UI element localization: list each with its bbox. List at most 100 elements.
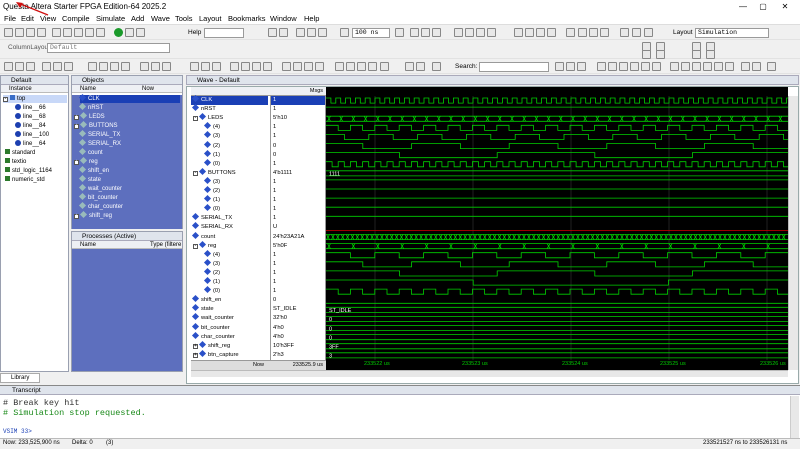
undo-icon[interactable] <box>85 28 94 37</box>
cursor-sync-icon[interactable] <box>725 62 734 71</box>
object-item[interactable]: + LEDS <box>74 111 105 121</box>
expand-toggle-icon[interactable]: - <box>193 243 198 249</box>
redo-icon[interactable] <box>96 28 105 37</box>
cursor-lock-icon[interactable] <box>692 62 701 71</box>
wave-float-icon[interactable] <box>357 62 366 71</box>
menu-tools[interactable]: Tools <box>175 14 193 23</box>
search-options-icon[interactable] <box>577 62 586 71</box>
prev-edge-icon[interactable] <box>416 62 425 71</box>
wave-signal-name[interactable]: + shift_reg <box>193 340 230 351</box>
profile-icon[interactable] <box>514 28 523 37</box>
wave-signal-name[interactable]: shift_en <box>191 295 221 305</box>
wave-logic-icon[interactable] <box>263 62 272 71</box>
object-item[interactable]: + reg <box>74 156 98 166</box>
break-icon[interactable] <box>432 28 441 37</box>
object-item[interactable]: wait_counter <box>78 183 122 193</box>
run-icon[interactable] <box>340 28 349 37</box>
instance-item[interactable]: textio <box>5 158 26 166</box>
wave-dec-icon[interactable] <box>304 62 313 71</box>
open-icon[interactable] <box>15 28 24 37</box>
ungroup-icon[interactable] <box>706 50 715 59</box>
edge-fall-icon[interactable] <box>212 62 221 71</box>
help-search-input[interactable] <box>204 28 244 38</box>
close-button[interactable]: ✕ <box>778 1 792 12</box>
wave-display[interactable]: 1111 ST_IDLE 0 0 0 3FF 3 <box>326 96 788 360</box>
wave-signal-name[interactable]: (0) <box>203 204 220 214</box>
edge-rise-icon[interactable] <box>201 62 210 71</box>
menu-simulate[interactable]: Simulate <box>96 14 125 23</box>
instance-item[interactable]: line__66 <box>15 104 46 112</box>
zoom-full-icon[interactable] <box>619 62 628 71</box>
stop-icon[interactable] <box>487 28 496 37</box>
measure-icon[interactable] <box>121 62 130 71</box>
object-item[interactable]: state <box>78 174 101 184</box>
insert-marker-icon[interactable] <box>140 62 149 71</box>
wave-color-icon[interactable] <box>380 62 389 71</box>
objects-filter-now[interactable]: Now <box>142 85 154 93</box>
minimize-button[interactable]: — <box>736 1 750 12</box>
pointer-icon[interactable] <box>88 62 97 71</box>
hierarchy-icon[interactable] <box>64 62 73 71</box>
simulate-icon[interactable] <box>136 28 145 37</box>
expand-toggle-icon[interactable]: + <box>193 352 198 358</box>
object-item[interactable]: char_counter <box>78 201 123 211</box>
processes-column-header[interactable]: Name Type (filtere <box>72 241 182 249</box>
step-out-icon[interactable] <box>476 28 485 37</box>
wave-signal-name[interactable]: SERIAL_RX <box>191 222 233 232</box>
object-item[interactable]: SERIAL_TX <box>78 129 120 139</box>
step-over-icon[interactable] <box>465 28 474 37</box>
memory-icon[interactable] <box>525 28 534 37</box>
cursor-snap-icon[interactable] <box>703 62 712 71</box>
run-all-icon[interactable] <box>410 28 419 37</box>
wave-diff-icon[interactable] <box>752 62 761 71</box>
new-icon[interactable] <box>4 28 13 37</box>
wave-signal-name[interactable]: bit_counter <box>191 322 230 333</box>
history-goto-icon[interactable] <box>644 28 653 37</box>
paste-icon[interactable] <box>74 28 83 37</box>
delete-marker-icon[interactable] <box>151 62 160 71</box>
wave-time-icon[interactable] <box>368 62 377 71</box>
wave-compare-icon[interactable] <box>741 62 750 71</box>
group-icon[interactable] <box>692 50 701 59</box>
objects-column-header[interactable]: Name Now <box>72 85 182 93</box>
zoom-icon[interactable] <box>279 28 288 37</box>
zoom-mode-icon[interactable] <box>110 62 119 71</box>
signal-up-icon[interactable] <box>578 28 587 37</box>
menu-bookmarks[interactable]: Bookmarks <box>228 14 266 23</box>
maximize-button[interactable]: ▢ <box>756 1 770 12</box>
edge-icon[interactable] <box>190 62 199 71</box>
wave-analog-icon[interactable] <box>241 62 250 71</box>
cursor-ruler-icon[interactable] <box>714 62 723 71</box>
step-back-icon[interactable] <box>307 28 316 37</box>
expand-toggle-icon[interactable]: - <box>193 170 198 176</box>
wave-ascii-icon[interactable] <box>335 62 344 71</box>
run-length-spin-icon[interactable] <box>395 28 404 37</box>
wave-oct-icon[interactable] <box>315 62 324 71</box>
menu-compile[interactable]: Compile <box>62 14 90 23</box>
waveform-canvas[interactable]: 1111 ST_IDLE 0 0 0 3FF 3 <box>326 96 788 360</box>
instance-column-header[interactable]: Instance <box>1 85 68 93</box>
wave-signal-name[interactable]: char_counter <box>191 331 235 342</box>
print-icon[interactable] <box>37 28 46 37</box>
cursor-del-icon[interactable] <box>681 62 690 71</box>
wave-save-icon[interactable] <box>767 62 776 71</box>
search-next-icon[interactable] <box>566 62 575 71</box>
menu-wave[interactable]: Wave <box>151 14 170 23</box>
wave-signal-name[interactable]: (0) <box>203 286 220 296</box>
cursor-add-icon[interactable] <box>670 62 679 71</box>
zoom-last-icon[interactable] <box>652 62 661 71</box>
zoom-in-icon[interactable] <box>597 62 606 71</box>
menu-add[interactable]: Add <box>131 14 144 23</box>
wave-signal-name[interactable]: nRST <box>191 104 216 114</box>
signal-goto-icon[interactable] <box>600 28 609 37</box>
instance-item[interactable]: standard <box>5 149 35 157</box>
transcript-scrollbar[interactable] <box>790 396 799 438</box>
compile-all-icon[interactable] <box>125 28 134 37</box>
column-layout-select[interactable]: Default <box>47 43 170 53</box>
expand-icon[interactable] <box>4 62 13 71</box>
signal-down-icon[interactable] <box>589 28 598 37</box>
object-item[interactable]: shift_en <box>78 165 109 175</box>
wave-signal-name[interactable]: + btn_capture <box>193 349 239 360</box>
instance-item[interactable]: line__84 <box>15 122 46 130</box>
expand-toggle-icon[interactable]: + <box>193 343 198 349</box>
